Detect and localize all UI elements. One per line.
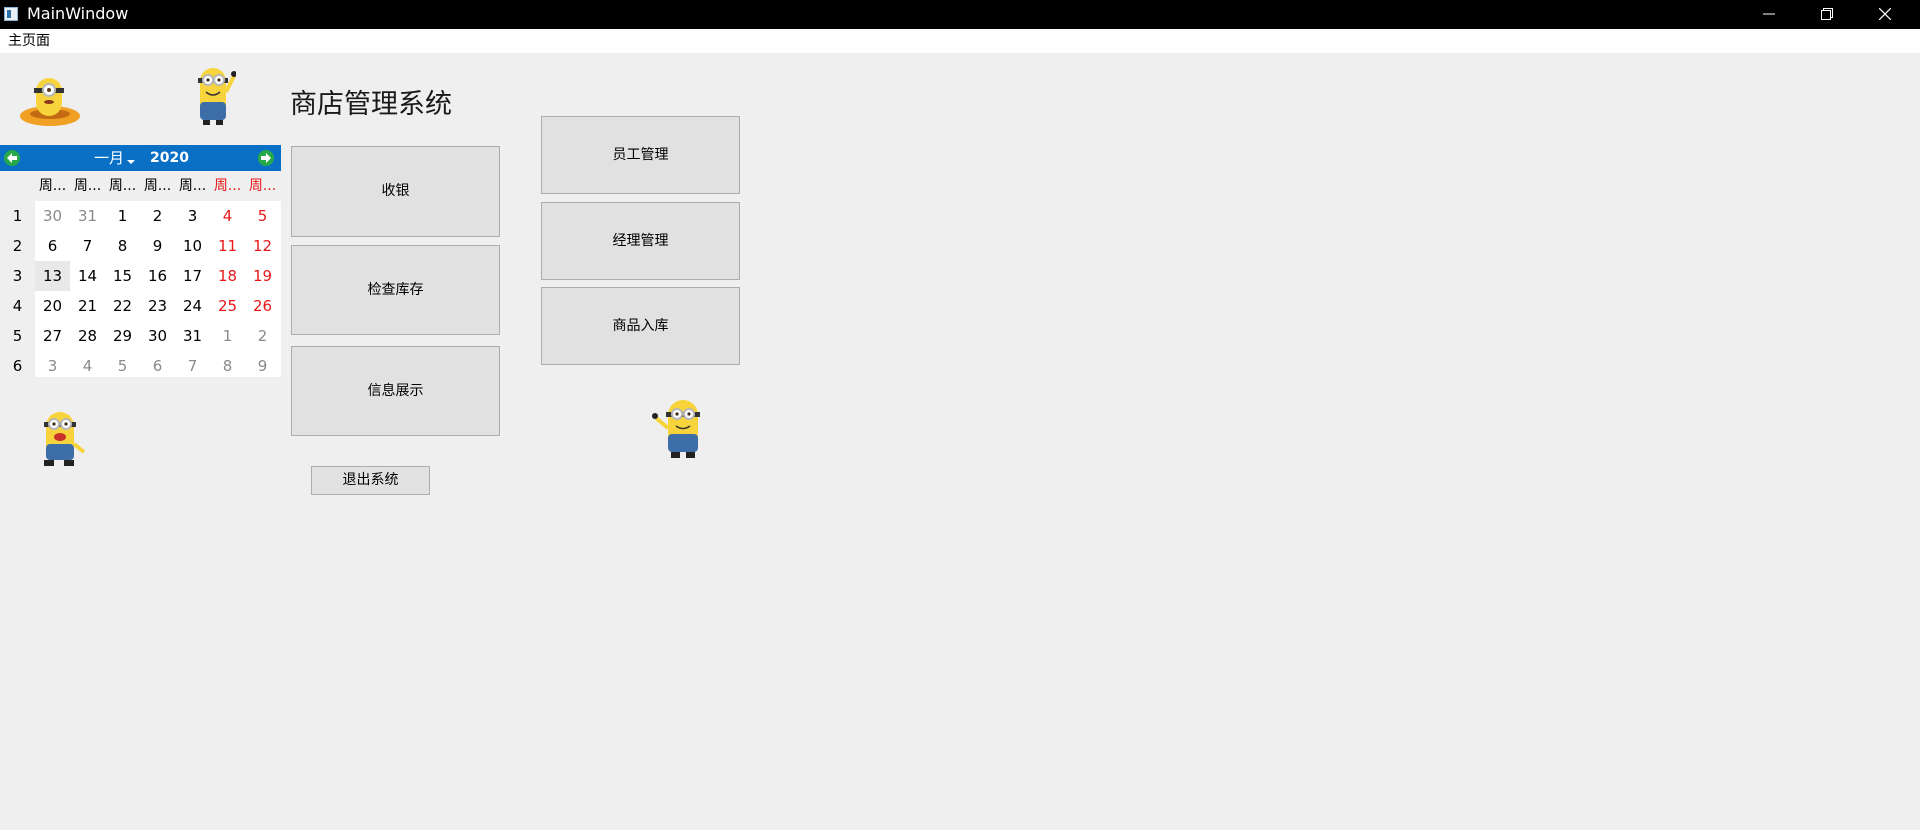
calendar-next-month-button[interactable] xyxy=(258,150,274,166)
week-number: 6 xyxy=(12,357,23,375)
minion-waving-image-2 xyxy=(652,400,700,458)
calendar-day[interactable]: 10 xyxy=(175,231,210,261)
calendar-widget[interactable]: 一月 2020 周... 周... 周... 周... 周... 周... 周.… xyxy=(0,145,281,401)
calendar-week-row: 3 13 14 15 16 17 18 19 xyxy=(0,261,281,291)
close-icon xyxy=(1879,8,1891,20)
restore-button[interactable] xyxy=(1798,0,1856,29)
calendar-day[interactable]: 17 xyxy=(175,261,210,291)
calendar-day[interactable]: 7 xyxy=(175,351,210,381)
calendar-day[interactable]: 30 xyxy=(140,321,175,351)
calendar-day[interactable]: 6 xyxy=(35,231,70,261)
calendar-day[interactable]: 21 xyxy=(70,291,105,321)
calendar-day[interactable]: 26 xyxy=(245,291,280,321)
calendar-day[interactable]: 11 xyxy=(210,231,245,261)
minion-float-image xyxy=(20,78,80,126)
chevron-down-icon xyxy=(127,160,135,164)
goods-inbound-button[interactable]: 商品入库 xyxy=(541,287,740,365)
calendar-day[interactable]: 25 xyxy=(210,291,245,321)
calendar-prev-month-button[interactable] xyxy=(4,150,20,166)
window-title: MainWindow xyxy=(27,4,129,23)
calendar-day[interactable]: 15 xyxy=(105,261,140,291)
calendar-day[interactable]: 2 xyxy=(140,201,175,231)
info-display-button[interactable]: 信息展示 xyxy=(291,346,500,436)
calendar-day[interactable]: 3 xyxy=(175,201,210,231)
calendar-week-row: 1 30 31 1 2 3 4 5 xyxy=(0,201,281,231)
calendar-header: 一月 2020 xyxy=(0,145,281,171)
calendar-day[interactable]: 6 xyxy=(140,351,175,381)
calendar-day[interactable]: 12 xyxy=(245,231,280,261)
calendar-day[interactable]: 1 xyxy=(210,321,245,351)
calendar-week-row: 5 27 28 29 30 31 1 2 xyxy=(0,321,281,351)
weekday-header: 周... xyxy=(108,178,137,194)
calendar-day[interactable]: 5 xyxy=(105,351,140,381)
week-number: 2 xyxy=(12,237,23,255)
calendar-day[interactable]: 22 xyxy=(105,291,140,321)
menu-bar: 主页面 xyxy=(0,29,1920,53)
calendar-day[interactable]: 31 xyxy=(70,201,105,231)
restore-icon xyxy=(1821,8,1833,20)
calendar-day[interactable]: 8 xyxy=(210,351,245,381)
cashier-button[interactable]: 收银 xyxy=(291,146,500,237)
weekday-header: 周... xyxy=(248,178,277,194)
calendar-week-row: 63456789 xyxy=(0,351,281,381)
calendar-day[interactable]: 30 xyxy=(35,201,70,231)
menu-item-home[interactable]: 主页面 xyxy=(8,33,50,49)
calendar-day[interactable]: 13 xyxy=(35,261,70,291)
minion-waving-image xyxy=(198,68,236,125)
weekday-header: 周... xyxy=(213,178,242,194)
calendar-day[interactable]: 18 xyxy=(210,261,245,291)
calendar-day[interactable]: 9 xyxy=(140,231,175,261)
calendar-day[interactable]: 29 xyxy=(105,321,140,351)
app-window-icon xyxy=(4,7,18,21)
weekday-header: 周... xyxy=(38,178,67,194)
title-bar: MainWindow xyxy=(0,0,1920,29)
calendar-day[interactable]: 27 xyxy=(35,321,70,351)
minimize-button[interactable] xyxy=(1740,0,1798,29)
calendar-day[interactable]: 8 xyxy=(105,231,140,261)
calendar-day[interactable]: 14 xyxy=(70,261,105,291)
calendar-day[interactable]: 7 xyxy=(70,231,105,261)
weekday-header: 周... xyxy=(178,178,207,194)
weekday-header: 周... xyxy=(143,178,172,194)
check-stock-button[interactable]: 检查库存 xyxy=(291,245,500,335)
calendar-day[interactable]: 16 xyxy=(140,261,175,291)
arrow-left-icon xyxy=(7,153,17,163)
calendar-month-select[interactable]: 一月 xyxy=(94,148,124,168)
calendar-day[interactable]: 2 xyxy=(245,321,280,351)
calendar-grid: 周... 周... 周... 周... 周... 周... 周... 1 30 31… xyxy=(0,171,281,401)
close-button[interactable] xyxy=(1856,0,1914,29)
manager-management-button[interactable]: 经理管理 xyxy=(541,202,740,280)
calendar-day[interactable]: 31 xyxy=(175,321,210,351)
calendar-day[interactable]: 4 xyxy=(210,201,245,231)
minimize-icon xyxy=(1763,13,1775,15)
calendar-day[interactable]: 28 xyxy=(70,321,105,351)
exit-system-button[interactable]: 退出系统 xyxy=(311,466,430,495)
week-number: 3 xyxy=(12,267,23,285)
app-title: 商店管理系统 xyxy=(290,89,452,120)
calendar-week-row: 2 6 7 8 9 10 11 12 xyxy=(0,231,281,261)
arrow-right-icon xyxy=(261,153,271,163)
calendar-day[interactable]: 1 xyxy=(105,201,140,231)
weekday-header: 周... xyxy=(73,178,102,194)
calendar-day[interactable]: 19 xyxy=(245,261,280,291)
minion-walking-image xyxy=(44,412,86,466)
calendar-day[interactable]: 20 xyxy=(35,291,70,321)
week-number: 5 xyxy=(12,327,23,345)
calendar-weekday-row: 周... 周... 周... 周... 周... 周... 周... xyxy=(0,171,281,201)
calendar-day[interactable]: 9 xyxy=(245,351,280,381)
calendar-day[interactable]: 4 xyxy=(70,351,105,381)
week-number: 4 xyxy=(12,297,23,315)
calendar-day[interactable]: 5 xyxy=(245,201,280,231)
staff-management-button[interactable]: 员工管理 xyxy=(541,116,740,194)
calendar-year-select[interactable]: 2020 xyxy=(150,149,189,167)
week-number: 1 xyxy=(12,207,23,225)
calendar-day[interactable]: 23 xyxy=(140,291,175,321)
calendar-day[interactable]: 3 xyxy=(35,351,70,381)
calendar-day[interactable]: 24 xyxy=(175,291,210,321)
calendar-week-row: 4 20 21 22 23 24 25 26 xyxy=(0,291,281,321)
